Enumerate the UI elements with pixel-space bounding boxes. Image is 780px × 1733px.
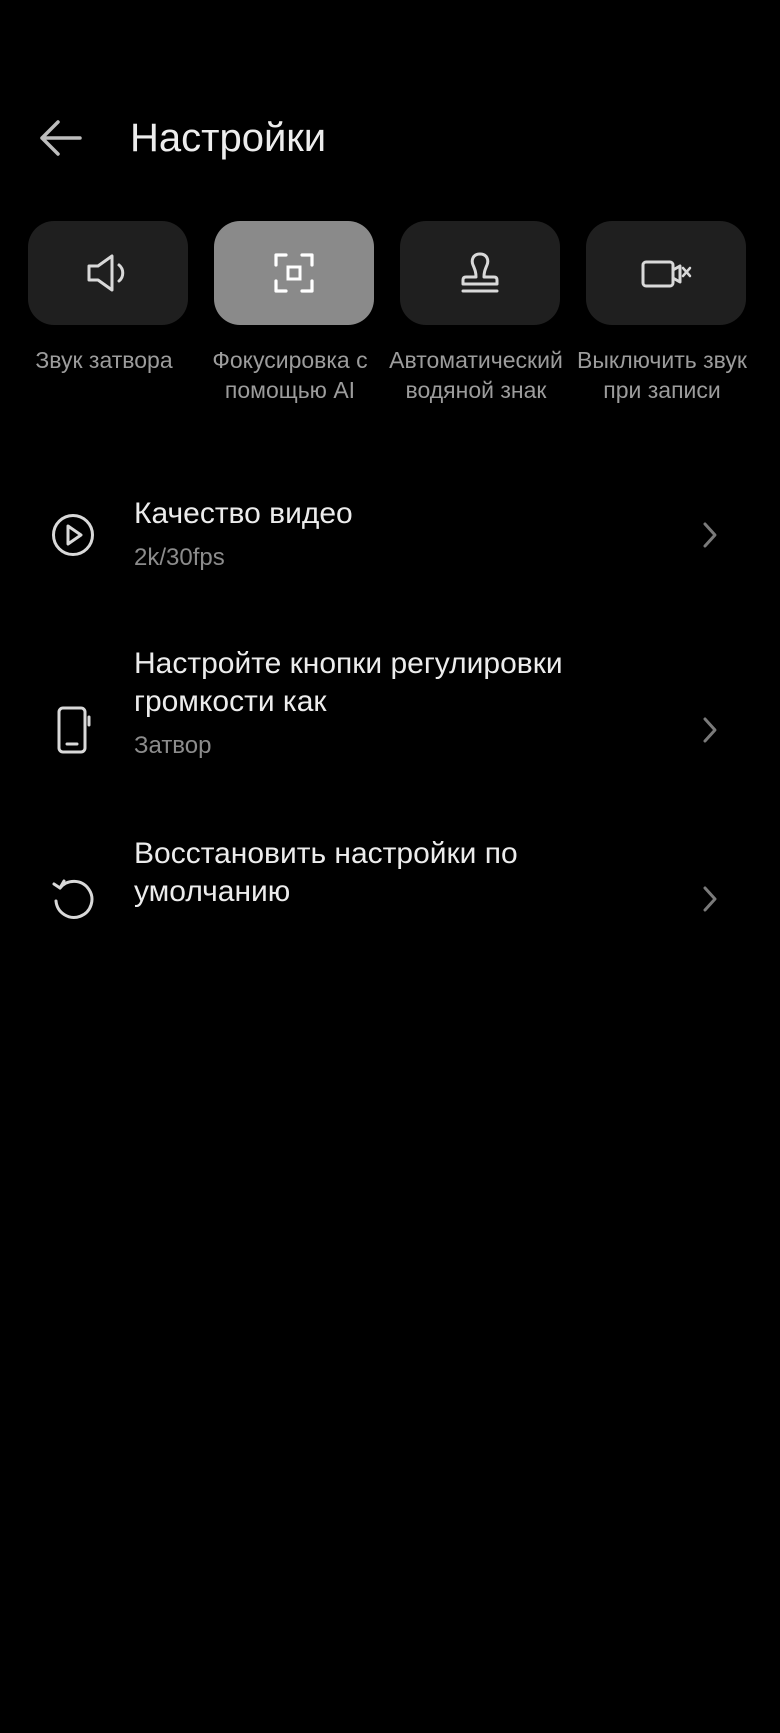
chevron-right-icon (696, 713, 724, 747)
row-text: Восстановить настройки по умолчанию (134, 835, 654, 911)
toggle-label: Звук затвора (35, 347, 173, 373)
toggle-label: Выключить звук при записи (577, 347, 747, 403)
setting-value: 2k/30fps (134, 544, 225, 571)
setting-value: Затвор (134, 732, 212, 759)
setting-reset-defaults[interactable]: Восстановить настройки по умолчанию (0, 835, 780, 955)
speaker-icon (87, 254, 125, 292)
app-header: Настройки (0, 100, 780, 176)
row-icon (48, 874, 98, 924)
toggle-label: Фокусировка с помощью AI (212, 347, 368, 403)
chevron-right-icon (696, 518, 724, 552)
toggle-tile[interactable] (586, 221, 746, 325)
row-text: Качество видео 2k/30fps (134, 495, 654, 573)
setting-volume-buttons[interactable]: Настройте кнопки регулировки громкости к… (0, 645, 780, 805)
setting-title: Качество видео (134, 497, 353, 530)
chevron-right-icon (696, 882, 724, 916)
video-mute-icon (641, 260, 692, 288)
toggle-tile[interactable] (400, 221, 560, 325)
arrow-left-icon (40, 120, 82, 156)
toggle-tile[interactable] (214, 221, 374, 325)
phone-side-button-icon (57, 706, 91, 754)
page-title: Настройки (130, 116, 327, 160)
row-icon (48, 510, 98, 560)
stamp-icon (461, 252, 499, 293)
focus-frame-icon (274, 253, 314, 293)
row-icon (48, 705, 98, 755)
setting-video-quality[interactable]: Качество видео 2k/30fps (0, 460, 780, 610)
toggle-tile[interactable] (28, 221, 188, 325)
reset-icon (52, 879, 94, 919)
setting-title: Восстановить настройки по умолчанию (134, 837, 518, 908)
back-button[interactable] (30, 114, 90, 162)
play-circle-icon (52, 514, 94, 556)
toggle-label: Автоматический водяной знак (389, 347, 563, 403)
row-text: Настройте кнопки регулировки громкости к… (134, 645, 654, 761)
setting-title: Настройте кнопки регулировки громкости к… (134, 647, 563, 718)
